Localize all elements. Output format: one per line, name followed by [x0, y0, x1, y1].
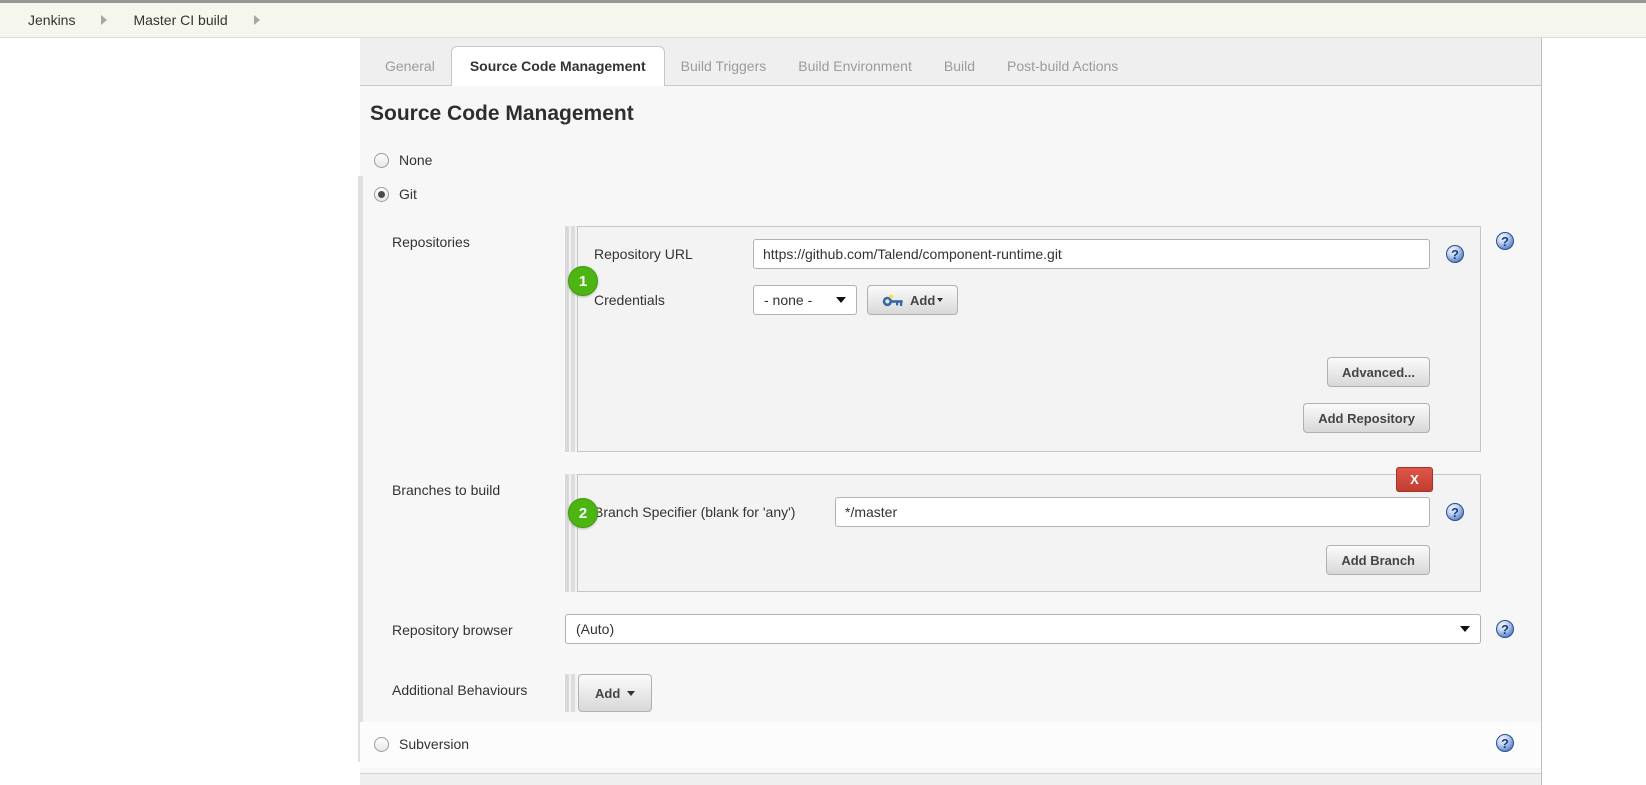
step-badge-2: 2 — [568, 498, 598, 528]
scm-option-none: None — [374, 152, 1541, 168]
caret-down-icon — [627, 691, 635, 696]
tab-build-environment[interactable]: Build Environment — [782, 48, 928, 85]
branch-drag-handle[interactable]: 2 — [565, 474, 577, 592]
branch-specifier-input[interactable] — [835, 497, 1430, 527]
radio-git-label: Git — [399, 186, 417, 202]
chevron-right-icon[interactable] — [101, 15, 107, 25]
repository-url-input[interactable] — [753, 239, 1430, 269]
step-badge-1: 1 — [568, 266, 598, 296]
branch-specifier-label: Branch Specifier (blank for 'any') — [594, 504, 835, 520]
add-behaviour-button[interactable]: Add — [578, 674, 652, 712]
credentials-selected-value: - none - — [764, 292, 812, 308]
repositories-section: Repositories 1 Repository URL Credential… — [374, 226, 1541, 452]
repository-browser-selected-value: (Auto) — [576, 621, 614, 637]
tab-source-code-management[interactable]: Source Code Management — [451, 46, 665, 86]
tab-build-triggers[interactable]: Build Triggers — [665, 48, 783, 85]
additional-behaviours-label: Additional Behaviours — [374, 674, 565, 712]
radio-none[interactable] — [374, 153, 389, 168]
job-config-panel: General Source Code Management Build Tri… — [360, 38, 1542, 785]
repository-box: Repository URL Credentials - none - — [577, 226, 1481, 452]
radio-subversion-label: Subversion — [399, 736, 469, 752]
credentials-select[interactable]: - none - — [753, 285, 857, 315]
tab-post-build-actions[interactable]: Post-build Actions — [991, 48, 1134, 85]
delete-branch-button[interactable]: X — [1396, 467, 1433, 492]
add-credentials-button[interactable]: Add — [867, 285, 958, 315]
behaviour-drag-handle[interactable] — [565, 674, 577, 712]
chevron-right-icon[interactable] — [254, 15, 260, 25]
scm-option-git: Git — [374, 186, 1541, 202]
help-icon[interactable] — [1446, 245, 1464, 263]
breadcrumb-item-jenkins[interactable]: Jenkins — [28, 12, 75, 28]
chevron-down-icon — [1460, 626, 1470, 632]
radio-subversion[interactable] — [374, 737, 389, 752]
additional-behaviours-section: Additional Behaviours Add — [374, 674, 1541, 712]
help-icon[interactable] — [1496, 232, 1514, 250]
chevron-down-icon — [836, 297, 846, 303]
breadcrumb: Jenkins Master CI build — [0, 0, 1646, 38]
help-icon[interactable] — [1496, 734, 1514, 752]
caret-down-icon — [937, 298, 943, 302]
tab-build[interactable]: Build — [928, 48, 991, 85]
page-title: Source Code Management — [370, 102, 1541, 126]
scm-option-subversion: Subversion — [360, 722, 1541, 768]
add-branch-button[interactable]: Add Branch — [1326, 545, 1430, 575]
tab-general[interactable]: General — [369, 48, 451, 85]
config-tabbar: General Source Code Management Build Tri… — [360, 38, 1541, 86]
repository-url-label: Repository URL — [594, 246, 753, 262]
help-icon[interactable] — [1496, 620, 1514, 638]
add-repository-button[interactable]: Add Repository — [1303, 403, 1430, 433]
key-icon — [882, 294, 904, 307]
section-indent-bar — [358, 176, 363, 762]
radio-git[interactable] — [374, 187, 389, 202]
repository-browser-label: Repository browser — [374, 614, 565, 644]
credentials-label: Credentials — [594, 292, 753, 308]
repository-browser-section: Repository browser (Auto) — [374, 614, 1541, 644]
advanced-button[interactable]: Advanced... — [1327, 357, 1430, 387]
branch-box: X Branch Specifier (blank for 'any') Add… — [577, 474, 1481, 592]
add-credentials-label: Add — [910, 293, 935, 308]
help-icon[interactable] — [1446, 503, 1464, 521]
repository-drag-handle[interactable]: 1 — [565, 226, 577, 452]
repositories-label: Repositories — [374, 226, 565, 452]
branches-label: Branches to build — [374, 474, 565, 592]
breadcrumb-item-job[interactable]: Master CI build — [133, 12, 227, 28]
add-behaviour-label: Add — [595, 686, 620, 701]
section-divider — [360, 773, 1541, 785]
repository-browser-select[interactable]: (Auto) — [565, 614, 1481, 644]
branches-section: Branches to build 2 X Branch Specifier (… — [374, 474, 1541, 592]
radio-none-label: None — [399, 152, 432, 168]
